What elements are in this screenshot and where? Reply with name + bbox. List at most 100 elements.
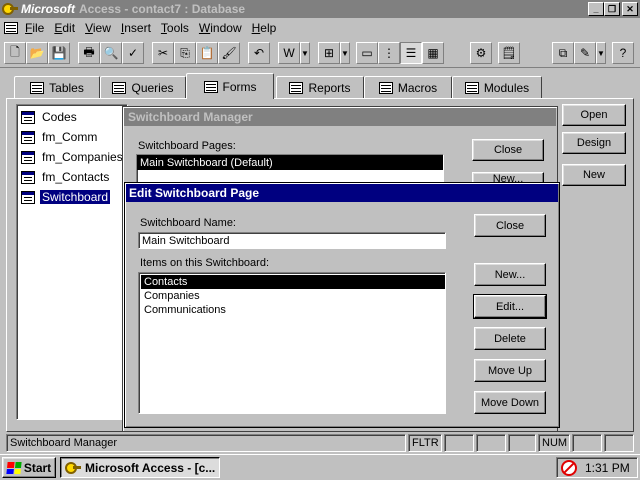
no-entry-icon[interactable] bbox=[561, 459, 577, 476]
open-database-icon[interactable]: 📂 bbox=[26, 42, 48, 64]
office-assistant-icon[interactable]: ? bbox=[612, 42, 634, 64]
new-item-button[interactable]: New... bbox=[474, 263, 546, 286]
title-bar: Microsoft Access - contact7 : Database _… bbox=[0, 0, 640, 18]
list-item[interactable]: Codes bbox=[21, 109, 79, 125]
form-icon bbox=[203, 80, 218, 93]
list-item-selected[interactable]: Contacts bbox=[141, 275, 445, 289]
query-icon bbox=[112, 81, 127, 94]
form-icon bbox=[21, 170, 35, 184]
pages-label: Switchboard Pages: bbox=[138, 140, 236, 152]
tab-reports[interactable]: Reports bbox=[276, 76, 364, 98]
new-object-icon[interactable]: ✎ bbox=[574, 42, 596, 64]
spelling-icon[interactable]: ✓ bbox=[122, 42, 144, 64]
tab-forms[interactable]: Forms bbox=[186, 73, 274, 99]
menu-view[interactable]: View bbox=[80, 21, 116, 35]
status-pane bbox=[476, 434, 506, 452]
paste-icon[interactable]: 📋 bbox=[196, 42, 218, 64]
undo-icon[interactable]: ↶ bbox=[248, 42, 270, 64]
move-up-button[interactable]: Move Up bbox=[474, 359, 546, 382]
open-button[interactable]: Open bbox=[562, 104, 626, 126]
menu-file[interactable]: File bbox=[20, 21, 49, 35]
status-num: NUM bbox=[538, 434, 570, 452]
status-fltr: FLTR bbox=[408, 434, 442, 452]
restore-icon[interactable]: ❐ bbox=[604, 2, 620, 16]
database-window-icon[interactable] bbox=[4, 22, 18, 34]
delete-item-button[interactable]: Delete bbox=[474, 327, 546, 350]
status-pane bbox=[508, 434, 536, 452]
title-brand: Microsoft bbox=[21, 2, 75, 16]
print-preview-icon[interactable]: 🔍 bbox=[100, 42, 122, 64]
relationships-icon[interactable]: ⧉ bbox=[552, 42, 574, 64]
chevron-down-icon[interactable]: ▼ bbox=[596, 42, 606, 64]
large-icons-icon[interactable]: ▭ bbox=[356, 42, 378, 64]
new-database-icon[interactable]: 🗋 bbox=[4, 42, 26, 64]
taskbar-access-button[interactable]: Microsoft Access - [c... bbox=[60, 457, 220, 478]
report-icon bbox=[289, 81, 304, 94]
small-icons-icon[interactable]: ⋮ bbox=[378, 42, 400, 64]
copy-icon[interactable]: ⎘ bbox=[174, 42, 196, 64]
list-view-icon[interactable]: ☰ bbox=[400, 42, 422, 64]
edit-item-button[interactable]: Edit... bbox=[473, 294, 547, 319]
list-item[interactable]: Companies bbox=[141, 289, 445, 303]
details-view-icon[interactable]: ▦ bbox=[422, 42, 444, 64]
menu-help[interactable]: Help bbox=[247, 21, 282, 35]
design-button[interactable]: Design bbox=[562, 132, 626, 154]
move-down-button[interactable]: Move Down bbox=[474, 391, 546, 414]
tab-macros[interactable]: Macros bbox=[364, 76, 452, 98]
switchboard-items-list[interactable]: Contacts Companies Communications bbox=[138, 272, 446, 414]
switchboard-name-label: Switchboard Name: bbox=[140, 217, 236, 229]
status-text: Switchboard Manager bbox=[6, 434, 406, 452]
manager-close-button[interactable]: Close bbox=[472, 139, 544, 161]
list-item[interactable]: fm_Companies bbox=[21, 149, 125, 165]
tab-queries[interactable]: Queries bbox=[100, 76, 186, 98]
form-icon bbox=[21, 130, 35, 144]
tab-tables[interactable]: Tables bbox=[14, 76, 100, 98]
tab-modules[interactable]: Modules bbox=[452, 76, 542, 98]
status-pane bbox=[604, 434, 634, 452]
minimize-icon[interactable]: _ bbox=[588, 2, 604, 16]
format-painter-icon[interactable]: 🖌 bbox=[218, 42, 240, 64]
menu-tools[interactable]: Tools bbox=[156, 21, 194, 35]
edit-page-title: Edit Switchboard Page bbox=[126, 184, 558, 202]
edit-close-button[interactable]: Close bbox=[474, 214, 546, 237]
start-button[interactable]: Start bbox=[2, 457, 56, 478]
new-form-button[interactable]: New bbox=[562, 164, 626, 186]
key-icon bbox=[65, 461, 81, 475]
clock[interactable]: 1:31 PM bbox=[585, 461, 630, 475]
menu-edit[interactable]: Edit bbox=[49, 21, 80, 35]
cut-icon[interactable]: ✂ bbox=[152, 42, 174, 64]
system-tray: 1:31 PM bbox=[556, 457, 638, 478]
menu-window[interactable]: Window bbox=[194, 21, 247, 35]
properties-icon[interactable]: 🗒 bbox=[498, 42, 520, 64]
switchboard-manager-title: Switchboard Manager bbox=[124, 108, 556, 126]
chevron-down-icon[interactable]: ▼ bbox=[340, 42, 350, 64]
menu-bar: File Edit View Insert Tools Window Help … bbox=[0, 18, 640, 53]
macro-icon bbox=[378, 81, 393, 94]
switchboard-name-input[interactable]: Main Switchboard bbox=[138, 232, 446, 249]
print-icon[interactable]: 🖶 bbox=[78, 42, 100, 64]
toolbar: 🗋 📂 💾 🖶 🔍 ✓ ✂ ⎘ 📋 🖌 ↶ W ▼ ⊞ ▼ ▭ ⋮ ☰ ▦ ⚙ … bbox=[0, 38, 640, 68]
list-item[interactable]: fm_Comm bbox=[21, 129, 99, 145]
code-icon[interactable]: ⚙ bbox=[470, 42, 492, 64]
list-item-selected[interactable]: Switchboard bbox=[21, 189, 111, 205]
analyze-icon[interactable]: ⊞ bbox=[318, 42, 340, 64]
windows-logo-icon bbox=[6, 461, 22, 474]
table-icon bbox=[30, 81, 45, 94]
items-label: Items on this Switchboard: bbox=[140, 257, 270, 269]
form-icon bbox=[21, 190, 35, 204]
status-pane bbox=[444, 434, 474, 452]
status-pane bbox=[572, 434, 602, 452]
list-item[interactable]: fm_Contacts bbox=[21, 169, 111, 185]
chevron-down-icon[interactable]: ▼ bbox=[300, 42, 310, 64]
office-links-icon[interactable]: W bbox=[278, 42, 300, 64]
forms-list[interactable]: Codes fm_Comm fm_Companies fm_Contacts S… bbox=[16, 104, 128, 420]
module-icon bbox=[464, 81, 479, 94]
title-text: Access - contact7 : Database bbox=[79, 2, 246, 16]
list-item-selected[interactable]: Main Switchboard (Default) bbox=[137, 155, 443, 170]
save-icon[interactable]: 💾 bbox=[48, 42, 70, 64]
menu-insert[interactable]: Insert bbox=[116, 21, 156, 35]
close-icon[interactable]: ✕ bbox=[622, 2, 638, 16]
form-icon bbox=[21, 110, 35, 124]
list-item[interactable]: Communications bbox=[141, 303, 445, 317]
key-icon[interactable] bbox=[2, 2, 18, 16]
